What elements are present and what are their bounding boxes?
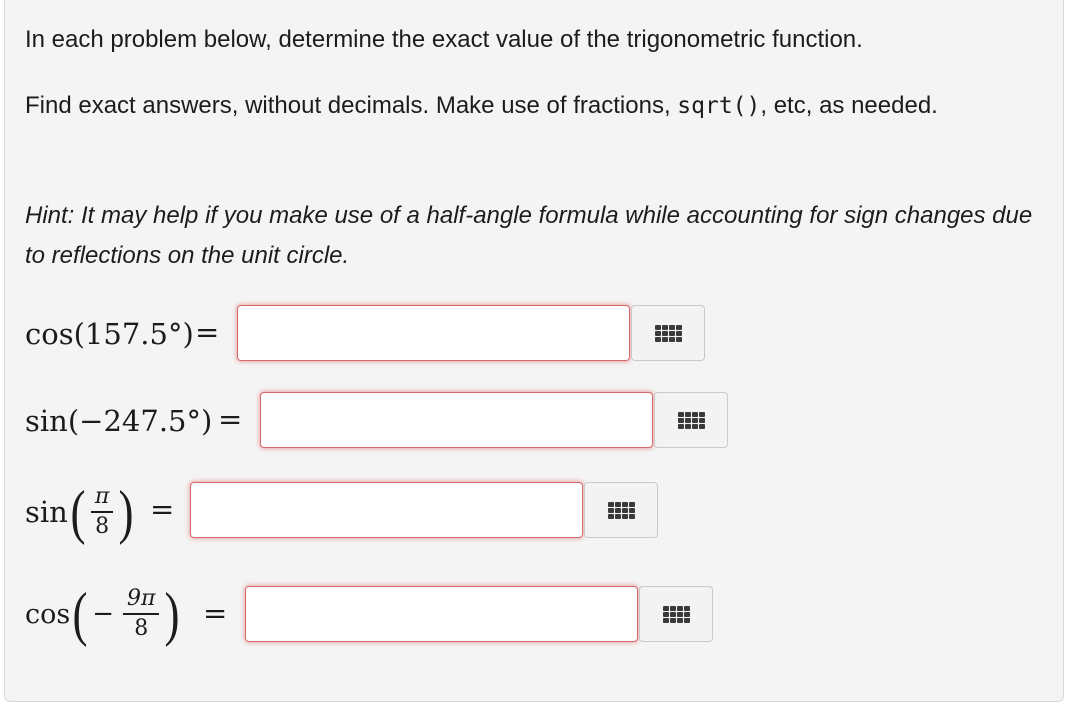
fraction: 9π 8 — [123, 587, 160, 641]
keypad-grid-icon — [677, 411, 705, 429]
problem-3-expression: sin ( π8 ) — [25, 479, 134, 545]
answer-input-4[interactable] — [245, 586, 638, 642]
keypad-grid-icon — [607, 501, 635, 519]
question-panel: In each problem below, determine the exa… — [4, 0, 1064, 702]
problem-1-expression: cos(157.5°) — [25, 317, 194, 351]
hint-text: Hint: It may help if you make use of a h… — [25, 202, 1033, 269]
fraction: π8 — [90, 485, 114, 539]
exactness-note: Find exact answers, without decimals. Ma… — [25, 92, 938, 119]
equals-sign: = — [203, 596, 228, 630]
sqrt-code: sqrt() — [677, 93, 761, 119]
problem-1: cos(157.5°) — [25, 306, 194, 362]
problem-2: sin(−247.5°) — [25, 393, 212, 449]
answer-input-2[interactable] — [260, 392, 653, 448]
math-palette-button-2[interactable] — [654, 392, 728, 448]
math-palette-button-4[interactable] — [639, 586, 713, 642]
equals-sign: = — [218, 402, 243, 436]
math-palette-button-1[interactable] — [631, 305, 705, 361]
keypad-grid-icon — [662, 605, 690, 623]
problem-3: sin ( π8 ) — [25, 478, 136, 546]
answer-input-3[interactable] — [190, 482, 583, 538]
instruction-text: In each problem below, determine the exa… — [25, 26, 863, 53]
problem-4-expression: cos ( − 9π 8 ) — [25, 581, 180, 647]
math-palette-button-3[interactable] — [584, 482, 658, 538]
equals-sign: = — [195, 315, 220, 349]
answer-input-1[interactable] — [237, 305, 630, 361]
equals-sign: = — [150, 492, 175, 526]
keypad-grid-icon — [654, 324, 682, 342]
problem-2-expression: sin(−247.5°) — [25, 404, 213, 438]
problem-4: cos ( − 9π 8 ) — [25, 576, 182, 652]
